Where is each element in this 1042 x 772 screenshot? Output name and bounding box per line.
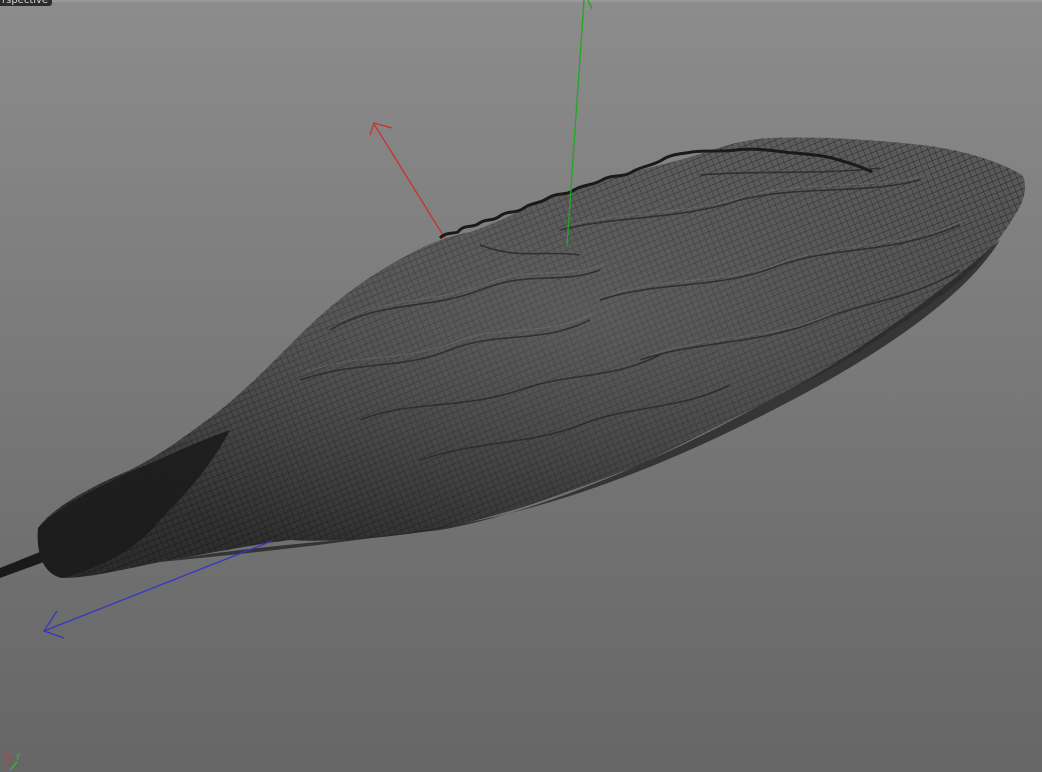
scene-canvas[interactable] [0, 0, 1042, 772]
gizmo-x-axis[interactable] [369, 122, 447, 241]
axis-y-label: Y [15, 753, 21, 763]
3d-viewport[interactable]: rspective X Y [0, 0, 1042, 772]
wireframe-mesh-object[interactable] [37, 137, 1026, 578]
axis-orientation-indicator: X Y [2, 748, 32, 772]
viewport-label[interactable]: rspective [0, 0, 53, 6]
axis-x-label: X [4, 753, 11, 763]
